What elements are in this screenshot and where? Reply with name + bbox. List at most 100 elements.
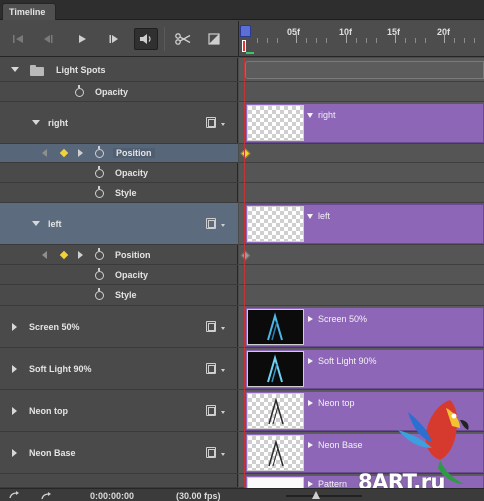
timeline-tab[interactable]: Timeline xyxy=(2,3,56,20)
chevron-down-icon[interactable] xyxy=(221,369,225,372)
expand-triangle-icon[interactable] xyxy=(12,323,17,331)
track-left[interactable]: left xyxy=(239,203,484,245)
keyframe-diamond-icon[interactable] xyxy=(240,148,251,159)
track-soft-light-90[interactable]: Soft Light 90% xyxy=(239,348,484,390)
group-clip-light-spots[interactable] xyxy=(245,61,484,79)
stopwatch-icon[interactable] xyxy=(95,166,104,178)
undo-arrow-icon[interactable] xyxy=(8,491,20,500)
clip-name: Neon top xyxy=(318,398,355,408)
layer-row-light-spots[interactable]: Light Spots xyxy=(0,58,238,82)
stopwatch-icon[interactable] xyxy=(95,186,104,198)
layer-row-pattern[interactable] xyxy=(0,474,238,488)
clip-expand-icon[interactable] xyxy=(308,481,313,487)
clip-thumbnail xyxy=(247,477,304,488)
track-property-row xyxy=(239,82,484,102)
layer-row-neon-top[interactable]: Neon top xyxy=(0,390,238,432)
zoom-slider-handle[interactable] xyxy=(312,491,320,499)
stopwatch-icon[interactable] xyxy=(95,268,104,280)
property-row-style[interactable]: Style xyxy=(0,183,238,203)
property-row-position[interactable]: Position xyxy=(0,144,238,163)
track-screen-50[interactable]: Screen 50% xyxy=(239,306,484,348)
property-label: Style xyxy=(115,188,137,198)
clip-expand-icon[interactable] xyxy=(308,400,313,406)
property-row-opacity[interactable]: Opacity xyxy=(0,265,238,285)
stopwatch-icon[interactable] xyxy=(95,288,104,300)
clip-screen-50[interactable]: Screen 50% xyxy=(245,307,484,347)
chevron-down-icon[interactable] xyxy=(221,453,225,456)
clip-expand-icon[interactable] xyxy=(308,316,313,322)
chevron-down-icon[interactable] xyxy=(221,411,225,414)
property-row-opacity[interactable]: Opacity xyxy=(0,82,238,102)
time-ruler[interactable]: 05f 10f 15f 20f xyxy=(238,21,484,57)
layer-row-neon-base[interactable]: Neon Base xyxy=(0,432,238,474)
stopwatch-icon[interactable] xyxy=(95,248,104,260)
expand-triangle-icon[interactable] xyxy=(32,221,40,226)
property-row-opacity[interactable]: Opacity xyxy=(0,163,238,183)
clip-expand-icon[interactable] xyxy=(308,442,313,448)
film-strip-icon[interactable] xyxy=(206,405,216,416)
next-keyframe-icon[interactable] xyxy=(78,149,83,157)
ruler-tick xyxy=(415,38,416,43)
clip-right[interactable]: right xyxy=(245,103,484,143)
clip-expand-icon[interactable] xyxy=(307,113,313,118)
stopwatch-icon[interactable] xyxy=(95,146,104,158)
property-label: Opacity xyxy=(115,168,149,178)
clip-expand-icon[interactable] xyxy=(307,214,313,219)
split-scissors-icon[interactable] xyxy=(172,29,194,49)
play-icon[interactable] xyxy=(72,29,92,49)
keyframe-diamond-icon[interactable] xyxy=(240,250,251,261)
expand-triangle-icon[interactable] xyxy=(32,120,40,125)
playhead-indicator[interactable] xyxy=(242,40,246,52)
film-strip-icon[interactable] xyxy=(206,447,216,458)
playhead-handle[interactable] xyxy=(240,25,251,37)
transition-icon[interactable] xyxy=(204,29,224,49)
layer-row-left[interactable]: left xyxy=(0,203,238,245)
toolbar-separator xyxy=(164,27,165,51)
next-keyframe-icon[interactable] xyxy=(78,251,83,259)
clip-name: Neon Base xyxy=(318,440,363,450)
timeline-footer: 0:00:00:00 (30.00 fps) xyxy=(0,488,484,501)
ruler-tick xyxy=(296,34,297,43)
previous-keyframe-icon[interactable] xyxy=(42,251,47,259)
render-arrow-icon[interactable] xyxy=(40,491,52,500)
expand-triangle-icon[interactable] xyxy=(12,449,17,457)
film-strip-icon[interactable] xyxy=(206,321,216,332)
property-row-position[interactable]: Position xyxy=(0,245,238,265)
clip-left[interactable]: left xyxy=(245,204,484,244)
layer-row-right[interactable]: right xyxy=(0,102,238,144)
layer-row-screen-50[interactable]: Screen 50% xyxy=(0,306,238,348)
film-strip-icon[interactable] xyxy=(206,363,216,374)
previous-keyframe-icon[interactable] xyxy=(42,149,47,157)
track-right[interactable]: right xyxy=(239,102,484,144)
track-light-spots[interactable] xyxy=(239,58,484,82)
ruler-tick xyxy=(366,38,367,43)
current-timecode[interactable]: 0:00:00:00 xyxy=(90,491,134,501)
film-strip-icon[interactable] xyxy=(206,117,216,128)
clip-name: left xyxy=(318,211,331,221)
ruler-tick xyxy=(454,38,455,43)
track-property-row xyxy=(239,144,484,163)
zoom-slider-track[interactable] xyxy=(286,495,362,497)
audio-icon[interactable] xyxy=(134,28,158,50)
stopwatch-icon[interactable] xyxy=(75,85,84,97)
film-strip-icon[interactable] xyxy=(206,218,216,229)
previous-frame-icon[interactable] xyxy=(38,29,58,49)
expand-triangle-icon[interactable] xyxy=(12,365,17,373)
go-to-first-frame-icon[interactable] xyxy=(8,29,28,49)
chevron-down-icon[interactable] xyxy=(221,327,225,330)
chevron-down-icon[interactable] xyxy=(221,123,225,126)
expand-triangle-icon[interactable] xyxy=(11,67,19,72)
panel-tab-bar: Timeline xyxy=(0,0,484,20)
clip-soft-light-90[interactable]: Soft Light 90% xyxy=(245,349,484,389)
track-property-row xyxy=(239,285,484,306)
property-label: Opacity xyxy=(115,270,149,280)
expand-triangle-icon[interactable] xyxy=(12,407,17,415)
add-keyframe-icon[interactable] xyxy=(59,250,69,260)
next-frame-icon[interactable] xyxy=(104,29,124,49)
property-row-style[interactable]: Style xyxy=(0,285,238,306)
chevron-down-icon[interactable] xyxy=(221,224,225,227)
layer-row-soft-light-90[interactable]: Soft Light 90% xyxy=(0,348,238,390)
ruler-tick xyxy=(326,38,327,43)
clip-expand-icon[interactable] xyxy=(308,358,313,364)
add-keyframe-icon[interactable] xyxy=(59,148,69,158)
